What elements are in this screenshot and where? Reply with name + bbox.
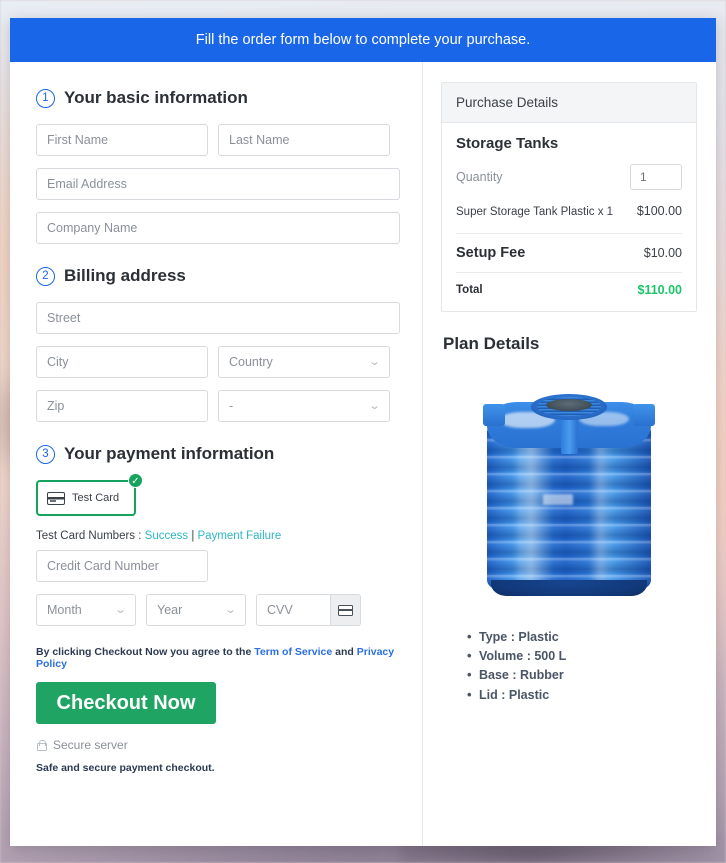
chevron-down-icon: ⌄ bbox=[367, 399, 381, 412]
payment-method-selector[interactable]: Test Card ✓ bbox=[36, 473, 143, 516]
chevron-down-icon: ⌄ bbox=[223, 603, 237, 616]
section-billing-title: Billing address bbox=[64, 266, 186, 285]
cvv-input[interactable]: CVV bbox=[257, 595, 330, 625]
credit-card-icon bbox=[338, 604, 353, 616]
purchase-details-panel: Purchase Details Storage Tanks Quantity … bbox=[441, 82, 697, 312]
street-input[interactable]: Street bbox=[36, 302, 400, 334]
expiry-month-value: Month bbox=[47, 603, 82, 617]
setup-fee-amount: $10.00 bbox=[643, 245, 682, 260]
zip-input[interactable]: Zip bbox=[36, 390, 208, 422]
expiry-month-select[interactable]: Month ⌄ bbox=[36, 594, 136, 626]
terms-agreement-text: By clicking Checkout Now you agree to th… bbox=[36, 646, 400, 670]
purchase-details-header: Purchase Details bbox=[442, 83, 696, 123]
test-card-numbers-prefix: Test Card Numbers : bbox=[36, 530, 145, 542]
product-title: Storage Tanks bbox=[456, 135, 559, 152]
list-item: Volume : 500 L bbox=[467, 646, 697, 667]
plan-specs-list: Type : Plastic Volume : 500 L Base : Rub… bbox=[467, 627, 697, 706]
tank-opening bbox=[546, 398, 592, 411]
chevron-down-icon: ⌄ bbox=[113, 603, 127, 616]
tank-base bbox=[491, 579, 647, 596]
section-payment-title: Your payment information bbox=[64, 444, 275, 463]
city-country-row: City Country ⌄ bbox=[36, 346, 400, 378]
test-card-option[interactable]: Test Card bbox=[36, 480, 136, 516]
step-3-badge: 3 bbox=[36, 444, 55, 464]
link-separator: | bbox=[188, 530, 198, 542]
total-row: Total $110.00 bbox=[456, 273, 682, 301]
checkout-card: Fill the order form below to complete yo… bbox=[10, 18, 716, 846]
summary-column: Purchase Details Storage Tanks Quantity … bbox=[423, 62, 715, 846]
line-item-row: Super Storage Tank Plastic x 1 $100.00 bbox=[456, 204, 682, 233]
chevron-down-icon: ⌄ bbox=[367, 355, 381, 368]
card-columns: 1 Your basic information First Name Last… bbox=[10, 62, 716, 846]
payment-failure-card-link[interactable]: Payment Failure bbox=[198, 530, 282, 542]
plan-details-title: Plan Details bbox=[443, 333, 540, 353]
first-name-input[interactable]: First Name bbox=[36, 124, 208, 156]
storage-tank-illustration bbox=[481, 376, 657, 602]
step-2-badge: 2 bbox=[36, 266, 55, 286]
state-select[interactable]: - ⌄ bbox=[218, 390, 390, 422]
section-basic-information: 1 Your basic information bbox=[36, 88, 400, 108]
expiry-year-value: Year bbox=[157, 603, 183, 617]
tank-logo-patch bbox=[543, 493, 573, 505]
line-item-amount: $100.00 bbox=[636, 204, 682, 218]
credit-card-number-input[interactable]: Credit Card Number bbox=[36, 550, 208, 582]
quantity-label: Quantity bbox=[456, 170, 503, 184]
company-input[interactable]: Company Name bbox=[36, 212, 400, 244]
cvv-addon bbox=[330, 595, 360, 625]
company-row: Company Name bbox=[36, 212, 400, 244]
list-item: Lid : Plastic bbox=[467, 685, 697, 706]
section-basic-title: Your basic information bbox=[64, 88, 248, 107]
expiry-year-select[interactable]: Year ⌄ bbox=[146, 594, 246, 626]
step-1-badge: 1 bbox=[36, 88, 55, 108]
section-billing-address: 2 Billing address bbox=[36, 266, 400, 286]
credit-card-icon bbox=[47, 491, 65, 505]
safe-checkout-note: Safe and secure payment checkout. bbox=[36, 762, 215, 774]
street-row: Street bbox=[36, 302, 400, 334]
setup-fee-row: Setup Fee $10.00 bbox=[456, 234, 682, 272]
quantity-input[interactable]: 1 bbox=[630, 164, 682, 190]
name-row: First Name Last Name bbox=[36, 124, 400, 156]
total-label: Total bbox=[456, 283, 483, 296]
tank-lug-right bbox=[633, 403, 655, 426]
order-form-column: 1 Your basic information First Name Last… bbox=[10, 62, 423, 846]
list-item: Base : Rubber bbox=[467, 665, 697, 686]
term-of-service-link[interactable]: Term of Service bbox=[254, 646, 332, 658]
email-row: Email Address bbox=[36, 168, 400, 200]
checkout-now-button[interactable]: Checkout Now bbox=[36, 682, 216, 724]
terms-conjunction: and bbox=[332, 646, 357, 658]
instruction-banner: Fill the order form below to complete yo… bbox=[10, 18, 716, 62]
instruction-banner-text: Fill the order form below to complete yo… bbox=[195, 32, 531, 48]
product-image bbox=[441, 360, 697, 618]
zip-state-row: Zip - ⌄ bbox=[36, 390, 400, 422]
state-select-value: - bbox=[229, 399, 234, 413]
secure-server-label: Secure server bbox=[53, 738, 128, 752]
last-name-input[interactable]: Last Name bbox=[218, 124, 390, 156]
country-select[interactable]: Country ⌄ bbox=[218, 346, 390, 378]
setup-fee-label: Setup Fee bbox=[456, 244, 526, 261]
cvv-field-group[interactable]: CVV bbox=[256, 594, 361, 626]
section-payment-information: 3 Your payment information bbox=[36, 444, 400, 464]
country-select-value: Country bbox=[229, 355, 273, 369]
terms-prefix: By clicking Checkout Now you agree to th… bbox=[36, 646, 255, 658]
expiry-cvv-row: Month ⌄ Year ⌄ CVV bbox=[36, 594, 400, 626]
purchase-details-body: Storage Tanks Quantity 1 Super Storage T… bbox=[442, 123, 696, 311]
tank-lug-left bbox=[483, 403, 505, 426]
success-card-link[interactable]: Success bbox=[145, 530, 188, 542]
lock-icon bbox=[36, 739, 47, 751]
list-item: Type : Plastic bbox=[467, 627, 697, 648]
email-input[interactable]: Email Address bbox=[36, 168, 400, 200]
check-circle-icon: ✓ bbox=[128, 473, 143, 488]
total-amount: $110.00 bbox=[637, 282, 683, 297]
quantity-row: Quantity 1 bbox=[456, 164, 682, 190]
city-input[interactable]: City bbox=[36, 346, 208, 378]
secure-server-note: Secure server bbox=[36, 738, 400, 752]
test-card-label: Test Card bbox=[72, 492, 120, 504]
test-card-numbers-note: Test Card Numbers : Success | Payment Fa… bbox=[36, 530, 400, 542]
line-item-name: Super Storage Tank Plastic x 1 bbox=[456, 206, 614, 218]
